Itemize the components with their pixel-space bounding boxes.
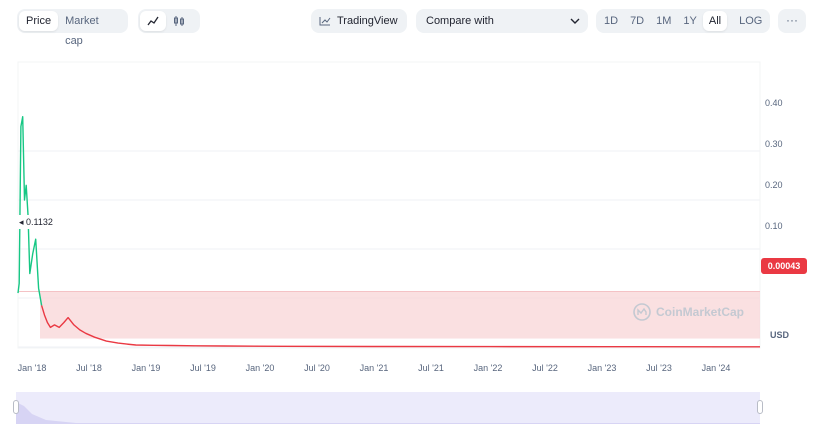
- start-price-arrow: ◂: [19, 217, 27, 227]
- watermark-text: CoinMarketCap: [656, 305, 745, 319]
- tradingview-label: TradingView: [337, 15, 398, 27]
- x-tick-label: Jan '18: [17, 363, 47, 373]
- x-tick-label: Jul '21: [418, 363, 444, 373]
- x-tick-label: Jan '24: [701, 363, 731, 373]
- more-options-button[interactable]: ···: [778, 9, 806, 33]
- x-tick-label: Jul '22: [532, 363, 558, 373]
- x-tick-label: Jul '19: [190, 363, 216, 373]
- start-price-label: ◂ 0.1132: [15, 215, 57, 229]
- current-price-badge: 0.00043: [761, 258, 807, 274]
- chevron-down-icon: [570, 18, 580, 24]
- tab-market-cap[interactable]: Market cap: [58, 11, 126, 47]
- coinmarketcap-watermark: CoinMarketCap: [633, 303, 744, 321]
- coinmarketcap-logo-icon: [633, 303, 651, 321]
- range-7d[interactable]: 7D: [624, 11, 650, 31]
- price-chart[interactable]: [0, 0, 817, 435]
- tab-price[interactable]: Price: [19, 11, 59, 31]
- x-tick-label: Jan '21: [359, 363, 389, 373]
- y-tick-label: 0.40: [765, 98, 783, 108]
- range-all[interactable]: All: [702, 11, 728, 31]
- x-tick-label: Jul '18: [76, 363, 102, 373]
- navigator-left-handle[interactable]: [13, 400, 19, 414]
- x-tick-label: Jul '23: [646, 363, 672, 373]
- line-chart-icon[interactable]: [140, 11, 166, 31]
- x-tick-label: Jan '23: [587, 363, 617, 373]
- range-group: 1D 7D 1M 1Y All LOG: [596, 9, 770, 33]
- tradingview-button[interactable]: TradingView: [311, 9, 407, 33]
- range-1y[interactable]: 1Y: [677, 11, 702, 31]
- currency-label: USD: [770, 330, 790, 340]
- navigator-area: [16, 402, 760, 424]
- tradingview-icon: [319, 17, 331, 26]
- x-tick-label: Jan '19: [131, 363, 161, 373]
- candlestick-icon[interactable]: [166, 11, 192, 31]
- range-1m[interactable]: 1M: [650, 11, 677, 31]
- x-tick-label: Jan '22: [473, 363, 503, 373]
- y-tick-label: 0.10: [765, 221, 783, 231]
- compare-dropdown[interactable]: Compare with: [416, 9, 588, 33]
- price-line-up: [17, 115, 43, 306]
- x-tick-label: Jan '20: [245, 363, 275, 373]
- y-tick-label: 0.30: [765, 139, 783, 149]
- x-tick-label: Jul '20: [304, 363, 330, 373]
- range-1d[interactable]: 1D: [598, 11, 624, 31]
- compare-placeholder: Compare with: [426, 15, 494, 27]
- view-tab-group: Price Market cap: [17, 9, 128, 47]
- start-price-value: 0.1132: [26, 217, 53, 227]
- chart-style-group: [138, 9, 200, 33]
- navigator-right-handle[interactable]: [757, 400, 763, 414]
- log-toggle[interactable]: LOG: [733, 11, 768, 31]
- y-tick-label: 0.20: [765, 180, 783, 190]
- range-navigator[interactable]: [16, 392, 760, 424]
